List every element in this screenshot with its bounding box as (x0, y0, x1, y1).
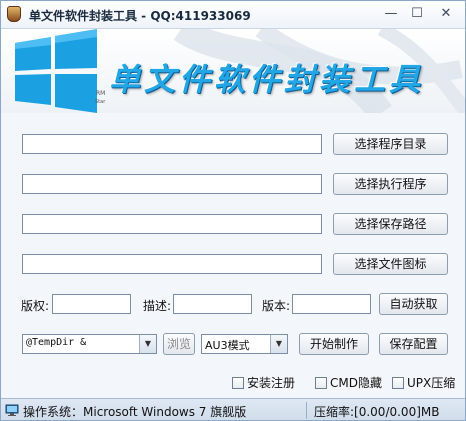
select-save-path-button[interactable]: 选择保存路径 (333, 213, 448, 235)
status-bar: 操作系统：Microsoft Windows 7 旗舰版 压缩率:[0.00/0… (1, 398, 465, 420)
select-icon-button[interactable]: 选择文件图标 (333, 253, 448, 275)
upx-compress-checkbox[interactable]: UPX压缩 (392, 374, 455, 391)
select-program-directory-button[interactable]: 选择程序目录 (333, 133, 448, 155)
windows-logo-icon (15, 29, 97, 113)
save-path-input[interactable] (22, 214, 322, 234)
browse-button[interactable]: 浏览 (163, 333, 195, 355)
cmd-hide-checkbox[interactable]: CMD隐藏 (315, 374, 382, 391)
version-input[interactable] (292, 294, 371, 314)
copyright-input[interactable] (52, 294, 131, 314)
auto-fetch-button[interactable]: 自动获取 (379, 293, 448, 315)
maximize-button[interactable]: ☐ (405, 4, 429, 24)
program-directory-input[interactable] (22, 134, 322, 154)
temp-dir-value: @TempDir & (26, 337, 87, 348)
close-button[interactable]: ✕ (431, 4, 461, 24)
banner-title: 单文件软件封装工具 (109, 62, 424, 98)
mode-value: AU3模式 (205, 339, 250, 352)
banner: RM Star 单文件软件封装工具 (1, 29, 465, 113)
description-input[interactable] (173, 294, 252, 314)
install-register-label: 安装注册 (247, 376, 296, 390)
chevron-down-icon[interactable]: ▼ (139, 335, 156, 353)
description-label: 描述: (143, 299, 172, 313)
minimize-button[interactable]: — (379, 4, 403, 24)
svg-text:Star: Star (95, 99, 106, 105)
checkbox-icon[interactable] (315, 377, 327, 389)
save-config-button[interactable]: 保存配置 (379, 333, 448, 355)
compression-ratio-text: 压缩率:[0.00/0.00]MB (314, 405, 440, 419)
title-bar[interactable]: 单文件软件封装工具 - QQ:411933069 — ☐ ✕ (1, 1, 465, 29)
os-status-text: 操作系统：Microsoft Windows 7 旗舰版 (23, 405, 247, 419)
upx-compress-label: UPX压缩 (407, 376, 456, 390)
select-executable-button[interactable]: 选择执行程序 (333, 173, 448, 195)
executable-input[interactable] (22, 174, 322, 194)
window-title: 单文件软件封装工具 - QQ:411933069 (29, 9, 251, 23)
app-icon (7, 6, 21, 22)
chevron-down-icon[interactable]: ▼ (270, 335, 287, 353)
status-separator (306, 402, 307, 419)
banner-mark-text: RM (96, 90, 105, 97)
checkbox-icon[interactable] (232, 377, 244, 389)
app-window: 单文件软件封装工具 - QQ:411933069 — ☐ ✕ RM Star 单… (0, 0, 466, 421)
computer-icon (5, 404, 19, 416)
cmd-hide-label: CMD隐藏 (330, 376, 382, 390)
version-label: 版本: (262, 299, 291, 313)
checkbox-icon[interactable] (392, 377, 404, 389)
install-register-checkbox[interactable]: 安装注册 (232, 374, 295, 391)
start-build-button[interactable]: 开始制作 (299, 333, 369, 355)
mode-combo[interactable]: AU3模式 ▼ (201, 334, 288, 354)
icon-file-input[interactable] (22, 254, 322, 274)
temp-dir-combo[interactable]: @TempDir & ▼ (22, 334, 157, 354)
copyright-label: 版权: (21, 299, 50, 313)
